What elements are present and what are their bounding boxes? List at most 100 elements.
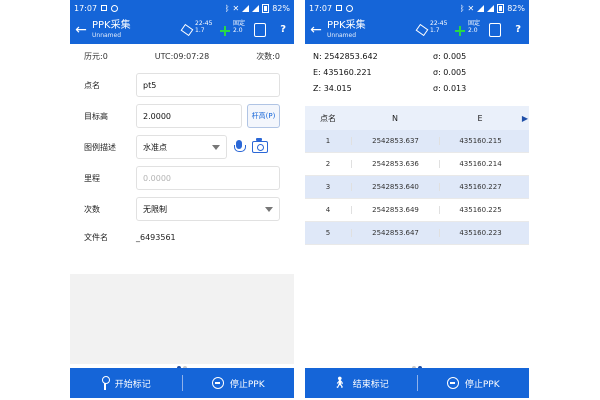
fix-value: 2.0	[233, 27, 243, 34]
bottom-action-bar: 🚶︎ 结束标记 停止PPK	[305, 368, 529, 398]
cell-e: 435160.223	[439, 229, 521, 237]
sync-icon	[346, 4, 354, 12]
start-mark-button[interactable]: 开始标记	[70, 368, 182, 398]
coord-e: E: 435160.221	[313, 67, 372, 77]
sigma-z: σ: 0.013	[433, 83, 467, 93]
app-subtitle: Unnamed	[327, 32, 357, 39]
battery-percent: 82%	[272, 3, 290, 13]
satellite-pdop: 1.7	[195, 27, 205, 34]
cell-e: 435160.225	[439, 206, 521, 214]
app-bar: ← PPK采集 Unnamed 22-45 1.7 固定 2.0 ?	[305, 16, 529, 44]
sigma-n: σ: 0.005	[433, 51, 467, 61]
status-time: 17:07	[309, 3, 333, 13]
points-table: 1 2542853.637 435160.215 2 2542853.636 4…	[305, 130, 529, 245]
target-height-value: 2.0000	[143, 111, 171, 121]
wifi-icon	[477, 4, 485, 12]
times-value: 无限制	[143, 204, 167, 214]
pole-height-button[interactable]: 杆高(P)	[247, 104, 280, 128]
phone-left: 17:07 ᛒ ✕ 82% ← PPK采集 Unnamed 22-45 1.7 …	[70, 0, 294, 398]
filename-row: 文件名 _6493561	[84, 227, 280, 247]
satellite-pdop: 1.7	[430, 27, 440, 34]
satellite-status: 22-45 1.7	[195, 20, 212, 34]
scroll-right-icon[interactable]: ▶	[521, 114, 529, 123]
table-row[interactable]: 3 2542853.640 435160.227	[305, 176, 529, 199]
satellite-icon[interactable]	[180, 23, 192, 37]
battery-icon	[262, 3, 270, 13]
bluetooth-icon: ᛒ	[224, 3, 230, 13]
target-height-input[interactable]: 2.0000	[136, 104, 242, 128]
fix-label: 固定	[468, 20, 481, 27]
legend-row: 图例描述 水准点	[84, 133, 280, 161]
sync-icon	[111, 4, 119, 12]
camera-icon[interactable]	[252, 138, 268, 153]
coord-row-z: Z: 34.015 σ: 0.013	[313, 80, 521, 96]
walking-person-icon: 🚶︎	[332, 376, 347, 389]
receiver-icon[interactable]	[254, 23, 266, 37]
satellite-icon[interactable]	[415, 23, 427, 37]
collect-form: 历元:0 UTC:09:07:28 次数:0 点名 pt5 目标高 2.0000…	[70, 44, 294, 247]
count-label: 次数:0	[256, 51, 280, 61]
times-select[interactable]: 无限制	[136, 197, 280, 221]
stop-ppk-button[interactable]: 停止PPK	[183, 368, 295, 398]
cell-point: 2	[325, 160, 331, 168]
satellite-status: 22-45 1.7	[430, 20, 447, 34]
header-e: E	[477, 113, 483, 123]
person-icon	[101, 376, 110, 390]
app-bar: ← PPK采集 Unnamed 22-45 1.7 固定 2.0 ?	[70, 16, 294, 44]
status-time: 17:07	[74, 3, 98, 13]
legend-label: 图例描述	[84, 142, 116, 152]
end-mark-button[interactable]: 🚶︎ 结束标记	[305, 368, 417, 398]
bluetooth-icon: ᛒ	[459, 3, 465, 13]
title-block: PPK采集 Unnamed	[92, 20, 158, 40]
app-subtitle: Unnamed	[92, 32, 122, 39]
screenshot-stage: 17:07 ᛒ ✕ 82% ← PPK采集 Unnamed 22-45 1.7 …	[0, 0, 600, 400]
cell-point: 4	[325, 206, 331, 214]
table-row[interactable]: 4 2542853.649 435160.225	[305, 199, 529, 222]
point-name-input[interactable]: pt5	[136, 73, 280, 97]
signal-icon	[487, 4, 495, 12]
help-icon[interactable]: ?	[515, 24, 521, 35]
mute-icon: ✕	[467, 3, 475, 13]
back-arrow-icon[interactable]: ←	[74, 16, 88, 44]
table-row[interactable]: 2 2542853.636 435160.214	[305, 153, 529, 176]
point-name-label: 点名	[84, 80, 100, 90]
battery-icon	[497, 3, 505, 13]
cell-point: 3	[325, 183, 331, 191]
end-mark-label: 结束标记	[352, 379, 389, 390]
legend-value: 水准点	[143, 142, 167, 152]
table-row[interactable]: 1 2542853.637 435160.215	[305, 130, 529, 153]
epoch-label: 历元:0	[84, 51, 108, 61]
cell-n: 2542853.636	[351, 160, 439, 168]
stop-ppk-label: 停止PPK	[229, 379, 265, 390]
satellite-count: 22-45	[430, 20, 448, 27]
target-height-label: 目标高	[84, 111, 108, 121]
microphone-icon[interactable]	[234, 140, 246, 154]
coordinate-readout: N: 2542853.642 σ: 0.005 E: 435160.221 σ:…	[305, 44, 529, 100]
mileage-input[interactable]: 0.0000	[136, 166, 280, 190]
mute-icon: ✕	[232, 3, 240, 13]
cell-point: 5	[325, 229, 331, 237]
header-n: N	[392, 113, 398, 123]
table-row[interactable]: 5 2542853.647 435160.223	[305, 222, 529, 245]
cell-e: 435160.215	[439, 137, 521, 145]
stop-ppk-button[interactable]: 停止PPK	[418, 368, 530, 398]
battery-percent: 82%	[507, 3, 525, 13]
dropdown-caret-icon	[265, 206, 273, 212]
dropdown-caret-icon	[212, 144, 220, 150]
mileage-label: 里程	[84, 173, 100, 183]
legend-select[interactable]: 水准点	[136, 135, 227, 159]
app-title: PPK采集	[327, 20, 366, 31]
stop-ppk-label: 停止PPK	[464, 379, 500, 390]
epoch-row: 历元:0 UTC:09:07:28 次数:0	[84, 44, 280, 68]
times-label: 次数	[84, 204, 100, 214]
help-icon[interactable]: ?	[280, 24, 286, 35]
fix-status: 固定 2.0	[233, 20, 245, 34]
receiver-icon[interactable]	[489, 23, 501, 37]
fix-crosshair-icon	[455, 26, 465, 36]
signal-icon	[252, 4, 260, 12]
back-arrow-icon[interactable]: ←	[309, 16, 323, 44]
cell-n: 2542853.649	[351, 206, 439, 214]
coord-z: Z: 34.015	[313, 83, 352, 93]
coord-row-n: N: 2542853.642 σ: 0.005	[313, 48, 521, 64]
filename-label: 文件名	[84, 232, 108, 242]
